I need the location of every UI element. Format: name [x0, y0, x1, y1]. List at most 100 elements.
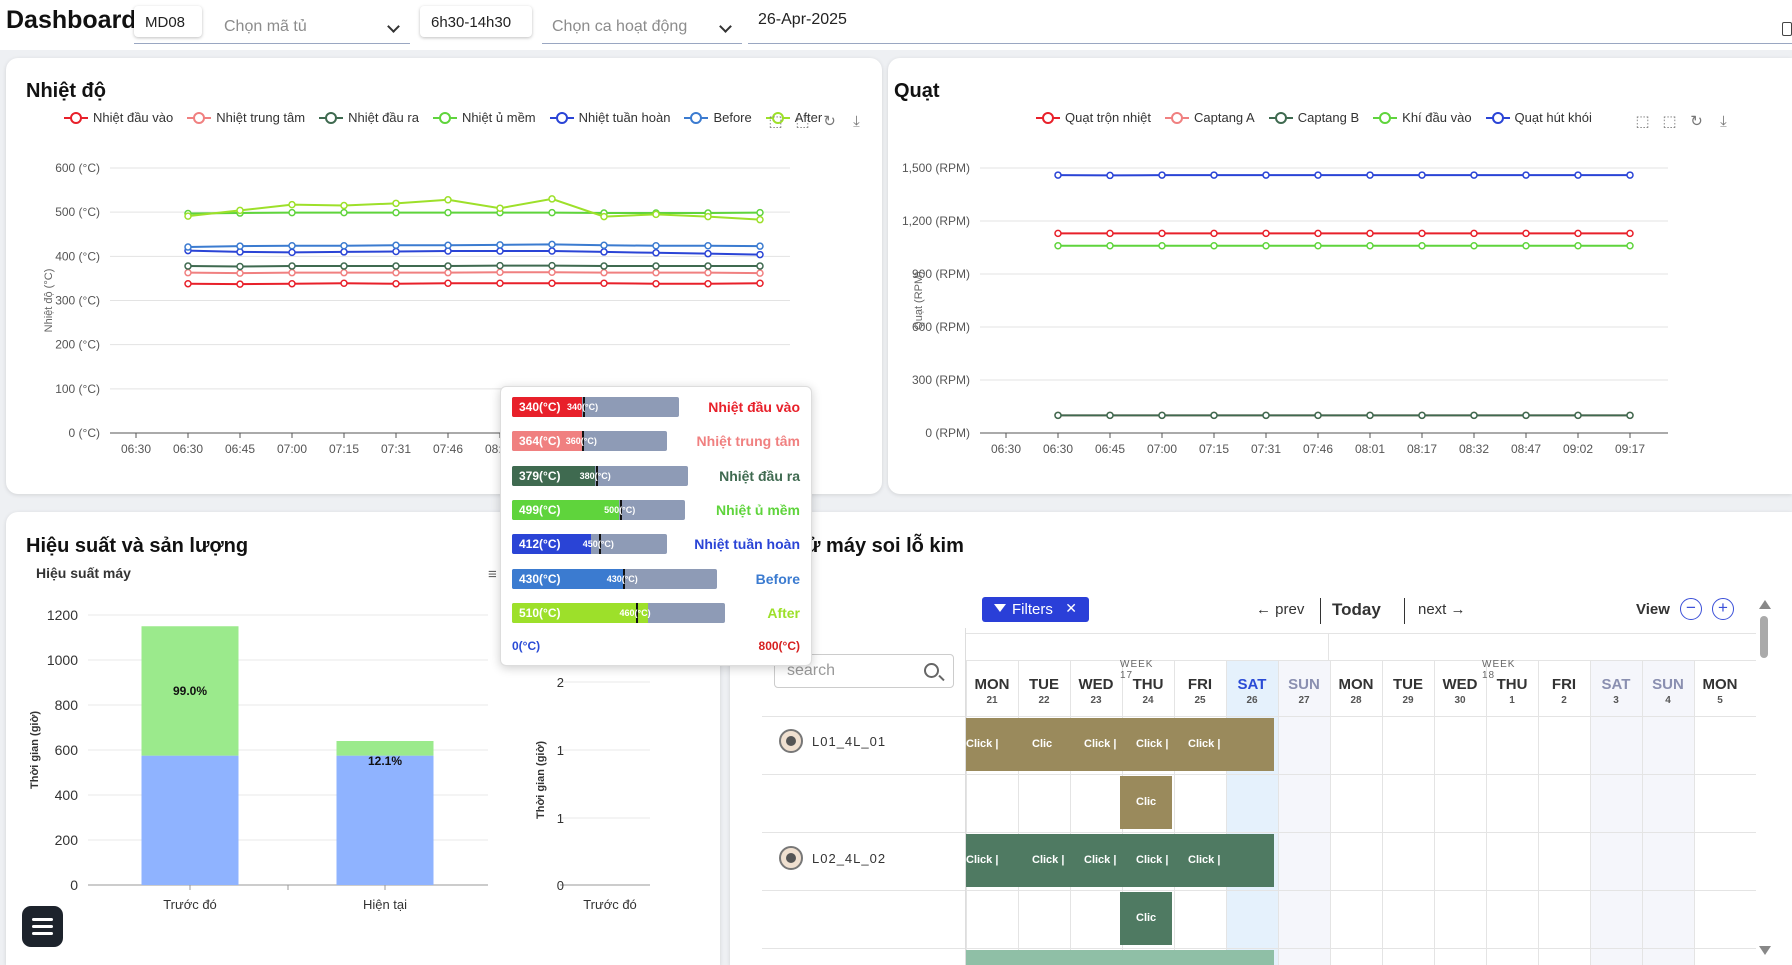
data-point — [1210, 171, 1218, 179]
y-tick-label: 2 — [557, 675, 564, 690]
legend-label: Quạt hút khói — [1514, 110, 1592, 125]
scrollbar-thumb[interactable] — [1760, 616, 1768, 658]
resource-name[interactable]: L01_4L_01 — [812, 734, 886, 749]
legend-item[interactable]: Quạt hút khói — [1485, 110, 1592, 125]
data-point — [704, 262, 712, 270]
day-header[interactable]: MON 5 — [1694, 676, 1746, 706]
data-point — [496, 204, 504, 212]
calendar-event[interactable]: Click | Click | Click | Click | Click | — [966, 834, 1274, 887]
legend-item[interactable]: Captang B — [1268, 110, 1359, 125]
event-label: Clic — [1136, 796, 1157, 808]
data-point — [756, 269, 764, 277]
day-header[interactable]: MON 21 — [966, 676, 1018, 706]
legend-item[interactable]: Nhiệt ủ mềm — [432, 110, 536, 125]
day-header[interactable]: TUE 29 — [1382, 676, 1434, 706]
tooltip-value: 499(°C) — [519, 502, 561, 517]
scroll-up-arrow-icon[interactable] — [1759, 600, 1771, 609]
day-header[interactable]: WED 30 — [1434, 676, 1486, 706]
data-point — [548, 261, 556, 270]
day-header[interactable]: SAT 3 — [1590, 676, 1642, 706]
next-button[interactable]: next → — [1418, 601, 1466, 618]
zoom-icon[interactable]: ⬚ — [767, 113, 784, 130]
legend-item[interactable]: Before — [684, 110, 752, 125]
legend-item[interactable]: Nhiệt tuần hoàn — [549, 110, 670, 125]
data-point — [1470, 229, 1478, 238]
shift-select[interactable]: Chọn ca hoạt động — [542, 10, 742, 44]
day-header[interactable]: WED 23 — [1070, 676, 1122, 706]
zoom-out-button[interactable]: − — [1680, 598, 1702, 620]
day-header[interactable]: FRI 2 — [1538, 676, 1590, 706]
vertical-scrollbar[interactable] — [1758, 600, 1771, 960]
cabinet-select[interactable]: Chọn mã tủ — [134, 10, 410, 44]
day-header[interactable]: MON 28 — [1330, 676, 1382, 706]
series-line — [187, 211, 761, 215]
day-header[interactable]: THU 1 — [1486, 676, 1538, 706]
legend-item[interactable]: Quạt trộn nhiệt — [1036, 110, 1151, 125]
tooltip-target-value: 340(°C) — [566, 402, 599, 412]
data-point — [704, 241, 712, 250]
data-point — [236, 269, 244, 277]
legend-item[interactable]: Nhiệt đầu vào — [64, 110, 173, 125]
event-label: Click | — [966, 738, 999, 750]
y-tick-label: 200 — [55, 832, 79, 848]
day-header[interactable]: SUN 27 — [1278, 676, 1330, 706]
series-line — [187, 271, 761, 275]
x-tick-label: Hiện tại — [363, 897, 407, 912]
x-tick-label: 07:31 — [1251, 442, 1281, 456]
data-point — [392, 208, 400, 217]
zoom-icon[interactable]: ⬚ — [1634, 113, 1651, 130]
calendar-event[interactable]: Clic — [1120, 776, 1172, 829]
resource-name[interactable]: L02_4L_02 — [812, 851, 886, 866]
day-header[interactable]: TUE 22 — [1018, 676, 1070, 706]
prev-button[interactable]: ← prev — [1256, 601, 1304, 618]
chart-menu-icon[interactable]: ≡ — [488, 566, 497, 583]
calendar-icon[interactable] — [1782, 22, 1792, 36]
tooltip-value: 379(°C) — [519, 468, 561, 483]
legend-item[interactable]: Khí đầu vào — [1373, 110, 1472, 125]
shift-chip[interactable]: 6h30-14h30 — [420, 6, 532, 37]
close-icon[interactable]: ✕ — [1065, 600, 1077, 617]
event-label: Click | — [1084, 738, 1117, 750]
restore-icon[interactable]: ↻ — [821, 113, 838, 130]
data-point — [236, 280, 244, 288]
zoom-reset-icon[interactable]: ⬚ — [1661, 113, 1678, 130]
fan-toolbar: ⬚ ⬚ ↻ ⤓ — [1634, 113, 1732, 130]
data-point — [496, 241, 504, 249]
day-name: SUN — [1288, 676, 1320, 693]
calendar-event[interactable]: Clic — [1120, 892, 1172, 945]
legend-item[interactable]: Captang A — [1165, 110, 1255, 125]
day-header[interactable]: FRI 25 — [1174, 676, 1226, 706]
day-header[interactable]: SAT 26 — [1226, 676, 1278, 706]
menu-button[interactable] — [22, 906, 63, 947]
tooltip-row: 340(°C) 340(°C) — [512, 397, 679, 417]
calendar-event[interactable] — [966, 950, 1274, 965]
legend-item[interactable]: Nhiệt đầu ra — [319, 110, 419, 125]
day-header[interactable]: THU 24 — [1122, 676, 1174, 706]
data-point — [392, 241, 400, 250]
data-point — [444, 268, 452, 277]
tooltip-row: 499(°C) 500(°C) — [512, 499, 685, 520]
day-date: 2 — [1561, 695, 1567, 706]
divider — [1328, 633, 1329, 660]
restore-icon[interactable]: ↻ — [1688, 113, 1705, 130]
day-name: TUE — [1393, 676, 1423, 693]
zoom-reset-icon[interactable]: ⬚ — [794, 113, 811, 130]
fan-legend: Quạt trộn nhiệt Captang A Captang B Khí đầu… — [1036, 110, 1592, 125]
scroll-down-arrow-icon[interactable] — [1759, 946, 1771, 955]
filters-button[interactable]: Filters ✕ — [982, 597, 1089, 622]
legend-item[interactable]: Nhiệt trung tâm — [187, 110, 305, 125]
tooltip-series-name: Nhiệt tuần hoàn — [694, 536, 800, 553]
date-picker[interactable]: 26-Apr-2025 — [748, 10, 1792, 44]
download-icon[interactable]: ⤓ — [848, 113, 865, 130]
data-point — [652, 210, 660, 219]
today-button[interactable]: Today — [1332, 600, 1381, 620]
day-header[interactable]: SUN 4 — [1642, 676, 1694, 706]
data-point — [340, 201, 348, 210]
calendar-event[interactable]: Click | Clic Click | Click | Click | — [966, 718, 1274, 771]
event-label: Click | — [1136, 738, 1169, 750]
performance-subtitle: Hiệu suất máy — [36, 565, 131, 581]
day-date: 23 — [1090, 695, 1102, 706]
download-icon[interactable]: ⤓ — [1715, 113, 1732, 130]
zoom-in-button[interactable]: + — [1712, 598, 1734, 620]
data-point — [704, 279, 712, 288]
